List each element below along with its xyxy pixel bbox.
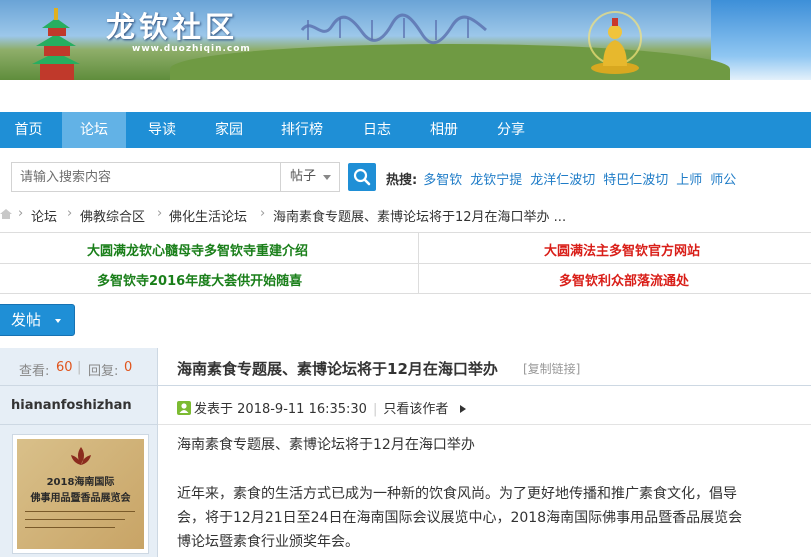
temple-image bbox=[32, 8, 80, 80]
announcement-link[interactable]: 大圆满龙钦心髓母寺多智钦寺重建介绍 bbox=[87, 240, 308, 259]
search-box: 帖子 bbox=[11, 162, 340, 192]
new-post-label: 发帖 bbox=[11, 311, 42, 329]
search-type-select[interactable]: 帖子 bbox=[280, 163, 339, 191]
hot-search-link[interactable]: 多智钦 bbox=[423, 173, 462, 188]
search-type-label: 帖子 bbox=[290, 169, 317, 184]
post-body-line: 会，将于12月21日至24日在海南国际会议展览中心，2018海南国际佛事用品暨香… bbox=[177, 510, 743, 526]
hot-search-link[interactable]: 上师 bbox=[676, 173, 702, 188]
thread-stats: 查看: 60 | 回复: 0 bbox=[0, 348, 157, 386]
views-label: 查看: bbox=[19, 364, 50, 379]
posted-time: 2018-9-11 16:35:30 bbox=[237, 402, 367, 417]
user-online-icon bbox=[177, 401, 191, 415]
avatar[interactable]: 2018海南国际 佛事用品暨香品展览会 bbox=[12, 434, 149, 554]
site-logo[interactable]: 龙钦社区 bbox=[106, 4, 238, 46]
views-count: 60 bbox=[56, 360, 73, 375]
announcement-link[interactable]: 大圆满法主多智钦官方网站 bbox=[544, 240, 700, 259]
post-body-line: 博论坛暨素食行业颁奖年会。 bbox=[177, 534, 359, 550]
tibetan-script-decoration bbox=[300, 13, 487, 45]
copy-link-button[interactable]: [复制链接] bbox=[523, 360, 580, 377]
lotus-icon bbox=[71, 447, 91, 465]
hot-search-link[interactable]: 师公 bbox=[710, 173, 736, 188]
nav-home[interactable]: 首页 bbox=[0, 112, 57, 148]
breadcrumb-item[interactable]: 佛化生活论坛 bbox=[169, 206, 247, 225]
thread-title: 海南素食专题展、素博论坛将于12月在海口举办 bbox=[177, 360, 498, 378]
replies-label: 回复: bbox=[88, 364, 119, 379]
search-input[interactable] bbox=[12, 163, 280, 191]
search-icon bbox=[353, 168, 371, 186]
main-nav: 首页 论坛 导读 家园 排行榜 日志 相册 分享 bbox=[0, 112, 811, 148]
avatar-text: 2018海南国际 bbox=[46, 477, 115, 488]
chevron-right-icon bbox=[459, 405, 466, 413]
thread-title-row: 海南素食专题展、素博论坛将于12月在海口举办 [复制链接] bbox=[158, 348, 811, 386]
nav-guide[interactable]: 导读 bbox=[131, 112, 193, 148]
search-button[interactable] bbox=[348, 163, 376, 191]
hot-search-link[interactable]: 龙洋仁波切 bbox=[530, 173, 595, 188]
banner-hill bbox=[170, 44, 730, 80]
announcement-grid: 大圆满龙钦心髓母寺多智钦寺重建介绍 大圆满法主多智钦官方网站 多智钦寺2016年… bbox=[0, 232, 811, 294]
post-meta: 发表于 2018-9-11 16:35:30 | 只看该作者 bbox=[177, 398, 467, 417]
breadcrumb-current: 海南素食专题展、素博论坛将于12月在海口举办 ... bbox=[273, 210, 567, 225]
chevron-down-icon bbox=[323, 175, 331, 180]
header-banner: 龙钦社区 www.duozhiqin.com bbox=[0, 0, 811, 80]
hot-search-label: 热搜: bbox=[386, 173, 418, 188]
announcement-link[interactable]: 多智钦寺2016年度大荟供开始随喜 bbox=[97, 270, 302, 289]
nav-forum[interactable]: 论坛 bbox=[62, 112, 126, 148]
hot-search-link[interactable]: 特巴仁波切 bbox=[603, 173, 668, 188]
breadcrumb: › 论坛 › 佛教综合区 › 佛化生活论坛 › 海南素食专题展、素博论坛将于12… bbox=[0, 206, 811, 228]
post-body-line: 海南素食专题展、素博论坛将于12月在海口举办 bbox=[177, 437, 475, 453]
nav-home-space[interactable]: 家园 bbox=[198, 112, 260, 148]
nav-album[interactable]: 相册 bbox=[413, 112, 475, 148]
hot-search-link[interactable]: 龙钦宁提 bbox=[470, 173, 522, 188]
home-icon[interactable] bbox=[0, 208, 12, 220]
avatar-image: 2018海南国际 佛事用品暨香品展览会 bbox=[17, 439, 144, 549]
nav-blog[interactable]: 日志 bbox=[346, 112, 408, 148]
posted-label: 发表于 bbox=[194, 402, 234, 417]
announcement-link[interactable]: 多智钦利众部落流通处 bbox=[559, 270, 689, 289]
only-author-link[interactable]: 只看该作者 bbox=[383, 402, 448, 417]
breadcrumb-item[interactable]: 佛教综合区 bbox=[80, 206, 145, 225]
nav-ranking[interactable]: 排行榜 bbox=[270, 112, 334, 148]
chevron-down-icon bbox=[55, 319, 61, 323]
author-sidebar: 查看: 60 | 回复: 0 hiananfoshizhan 2018海南国际 … bbox=[0, 348, 157, 557]
avatar-text: 佛事用品暨香品展览会 bbox=[30, 493, 131, 504]
nav-share[interactable]: 分享 bbox=[480, 112, 542, 148]
author-name[interactable]: hiananfoshizhan bbox=[11, 398, 132, 413]
new-post-button[interactable]: 发帖 bbox=[0, 304, 75, 336]
hot-search: 热搜: 多智钦 龙钦宁提 龙洋仁波切 特巴仁波切 上师 师公 bbox=[386, 169, 744, 188]
golden-statue-image bbox=[588, 11, 642, 74]
post-body-line: 近年来，素食的生活方式已成为一种新的饮食风尚。为了更好地传播和推广素食文化，倡导 bbox=[177, 486, 737, 502]
post-area: 海南素食专题展、素博论坛将于12月在海口举办 [复制链接] 发表于 2018-9… bbox=[157, 348, 811, 557]
site-url: www.duozhiqin.com bbox=[132, 44, 251, 54]
breadcrumb-item[interactable]: 论坛 bbox=[31, 206, 57, 225]
replies-count: 0 bbox=[124, 360, 133, 375]
